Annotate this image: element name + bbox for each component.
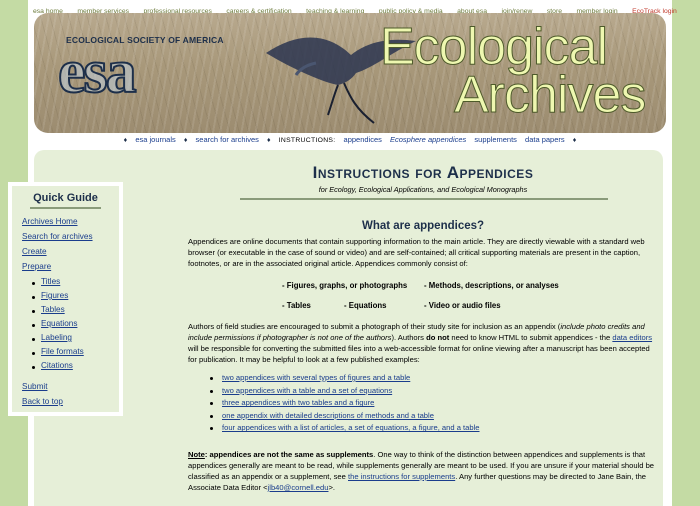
qg-submit[interactable]: Submit [22,382,47,391]
list-item: three appendices with two tables and a f… [210,398,650,411]
qg-search-archives[interactable]: Search for archives [22,232,93,241]
authors-paragraph: Authors of field studies are encouraged … [188,321,658,365]
bullet-icon [210,414,213,418]
authors-text-4: will be responsible for converting the s… [188,344,650,364]
sub-nav: ♦ esa journals ♦ search for archives ♦ I… [28,135,672,149]
bullet-icon [32,310,35,313]
bullet-icon [210,377,213,380]
page-title: Instructions for Appendices [312,163,534,182]
consist-methods: - Methods, descriptions, or analyses [424,281,559,290]
examples-list: two appendices with several types of fig… [210,373,650,436]
section-title: What are appendices? [361,220,485,232]
consist-video: - Video or audio files [424,301,501,310]
bullet-icon [210,402,213,406]
list-item: two appendices with a table and a set of… [210,386,650,399]
qg-titles[interactable]: Titles [41,277,60,286]
title-rule [240,198,608,200]
authors-bold: do not [426,333,450,342]
qg-file-formats[interactable]: File formats [41,347,84,356]
diamond-icon: ♦ [183,137,188,144]
subnav-data-papers[interactable]: data papers [525,135,565,144]
consist-figures: - Figures, graphs, or photographs [282,281,408,290]
note-text-3: >. [328,483,336,492]
intro-paragraph: Appendices are online documents that con… [188,237,645,268]
subnav-ecosphere-appendices[interactable]: Ecosphere appendices [390,135,466,144]
banner: ECOLOGICAL SOCIETY OF AMERICA esa Ecolog… [34,13,666,133]
top-nav: esa home member services professional re… [28,0,677,15]
bullet-icon [32,296,35,299]
bullet-icon [210,427,213,431]
authors-text-1: Authors of field studies are encouraged … [188,322,561,331]
list-item: two appendices with several types of fig… [210,373,650,386]
example-link-4[interactable]: one appendix with detailed descriptions … [222,411,434,420]
bullet-icon [32,324,35,327]
quick-guide-rule [30,207,101,209]
page-subtitle: for Ecology, Ecological Applications, an… [318,185,528,194]
bullet-icon [32,282,35,285]
bullet-icon [32,366,35,369]
qg-figures[interactable]: Figures [41,291,68,300]
bullet-icon [210,389,213,393]
list-item: four appendices with a list of articles,… [210,423,650,436]
qg-back-to-top[interactable]: Back to top [22,397,63,406]
diamond-icon: ♦ [123,137,128,144]
list-item: one appendix with detailed descriptions … [210,411,650,424]
qg-archives-home[interactable]: Archives Home [22,217,78,226]
example-link-5[interactable]: four appendices with a list of articles,… [222,423,480,432]
data-editors-link[interactable]: data editors [612,333,652,342]
qg-tables[interactable]: Tables [41,305,65,314]
instructions-label: INSTRUCTIONS: [278,137,336,144]
qg-equations[interactable]: Equations [41,319,77,328]
consist-equations: - Equations [344,301,387,310]
qg-labeling[interactable]: Labeling [41,333,72,342]
quick-guide-title: Quick Guide [33,192,98,204]
note-paragraph: Note: appendices are not the same as sup… [188,449,658,493]
subnav-supplements[interactable]: supplements [474,135,517,144]
quick-guide: Quick Guide Archives Home Search for arc… [8,182,123,416]
archives-title-line2: Archives [453,66,646,125]
supplements-instructions-link[interactable]: the instructions for supplements [348,472,455,481]
consist-tables: - Tables [282,301,311,310]
diamond-icon: ♦ [572,137,577,144]
qg-create[interactable]: Create [22,247,47,256]
example-link-1[interactable]: two appendices with several types of fig… [222,373,410,382]
diamond-icon: ♦ [267,137,271,144]
bullet-icon [32,338,35,341]
subnav-search-archives[interactable]: search for archives [196,135,259,144]
qg-citations[interactable]: Citations [41,361,73,370]
subnav-appendices[interactable]: appendices [344,135,382,144]
example-link-3[interactable]: three appendices with two tables and a f… [222,398,374,407]
authors-text-2: ). Authors [391,333,427,342]
note-bold: : appendices are not the same as supplem… [204,450,374,459]
esa-logo[interactable]: esa [57,37,138,108]
note-label: Note [188,450,205,459]
authors-text-3: need to know HTML to submit appendices -… [449,333,613,342]
bullet-icon [32,352,35,355]
qg-prepare[interactable]: Prepare [22,262,51,271]
example-link-2[interactable]: two appendices with a table and a set of… [222,386,392,395]
page: esa home member services professional re… [28,0,677,506]
email-link[interactable]: jlb40@cornell.edu [268,483,329,492]
subnav-esa-journals[interactable]: esa journals [135,135,175,144]
